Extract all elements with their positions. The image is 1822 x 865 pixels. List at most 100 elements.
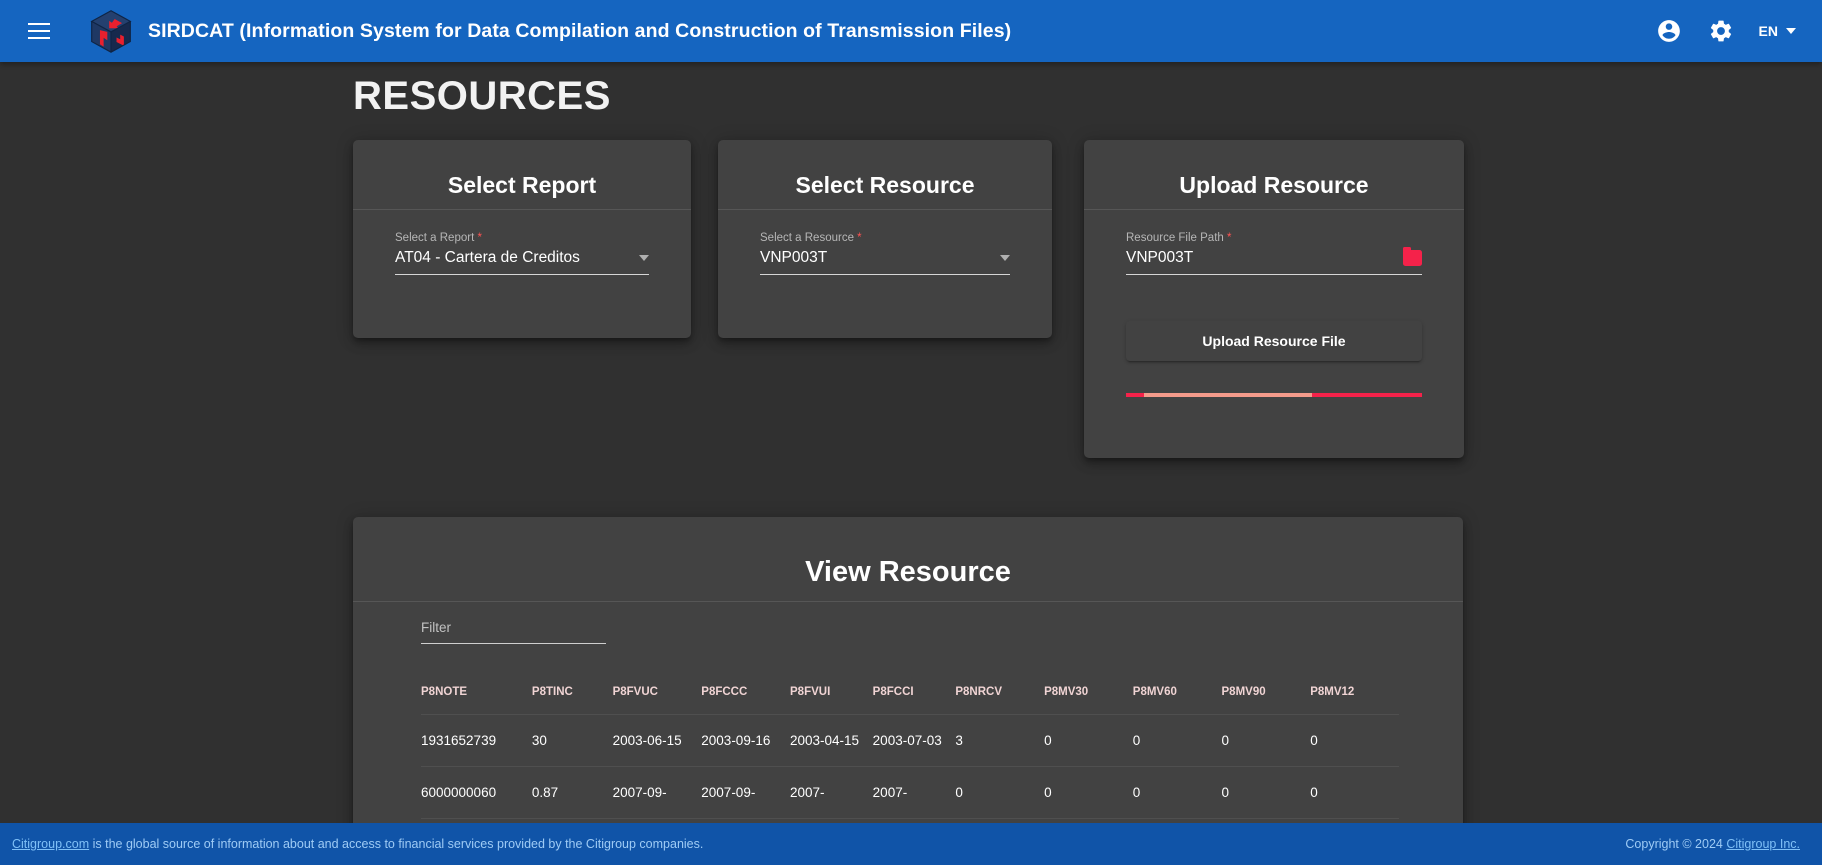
column-header-p8fcci: P8FCCI bbox=[872, 668, 956, 715]
required-marker: * bbox=[857, 232, 862, 244]
filter-label: Filter bbox=[421, 620, 451, 635]
select-resource-dropdown[interactable]: VNP003T bbox=[760, 249, 1010, 275]
hamburger-bar bbox=[28, 37, 50, 39]
table-cell: 0.87 bbox=[531, 766, 613, 819]
table-cell: 0 bbox=[1044, 766, 1133, 819]
select-report-dropdown[interactable]: AT04 - Cartera de Creditos bbox=[395, 249, 649, 275]
required-marker: * bbox=[477, 232, 482, 244]
select-resource-field: Select a Resource * VNP003T bbox=[760, 232, 1010, 275]
upload-resource-file-button[interactable]: Upload Resource File bbox=[1126, 321, 1422, 361]
table-row[interactable]: 1931652739 30 2003-06-15 2003-09-16 2003-04-… bbox=[421, 714, 1399, 767]
table-cell: 0 bbox=[1310, 766, 1399, 819]
table-cell: 2003-07-03 bbox=[872, 714, 956, 767]
required-marker: * bbox=[1227, 232, 1232, 244]
language-selector[interactable]: EN bbox=[1759, 23, 1800, 39]
resource-table-head: P8NOTE P8TINC P8FVUC P8FCCC P8FVUI P8FCCI P8NR… bbox=[421, 668, 1399, 715]
table-cell: 0 bbox=[1132, 766, 1222, 819]
copyright-prefix: Copyright © 2024 bbox=[1625, 837, 1727, 851]
page-footer: Citigroup.com is the global source of in… bbox=[0, 823, 1822, 865]
table-cell: 0 bbox=[1044, 714, 1133, 767]
table-cell: 2003-09-16 bbox=[701, 714, 790, 767]
select-report-card-body: Select a Report * AT04 - Cartera de Cred… bbox=[353, 210, 691, 295]
column-header-p8mv12: P8MV12 bbox=[1310, 668, 1399, 715]
resource-file-path-value: VNP003T bbox=[1126, 249, 1194, 266]
select-report-label: Select a Report * bbox=[395, 232, 482, 244]
select-resource-card-header: Select Resource bbox=[718, 140, 1052, 210]
progress-segment-buffer bbox=[1143, 393, 1313, 397]
upload-resource-card-header: Upload Resource bbox=[1084, 140, 1464, 210]
column-header-p8mv30: P8MV30 bbox=[1044, 668, 1133, 715]
select-report-card: Select Report Select a Report * AT04 - C… bbox=[353, 140, 691, 338]
app-title: SIRDCAT (Information System for Data Com… bbox=[148, 19, 1012, 42]
select-resource-value: VNP003T bbox=[760, 249, 828, 266]
hamburger-menu-icon[interactable] bbox=[28, 16, 58, 46]
header-actions: EN bbox=[1655, 17, 1800, 45]
resource-table: P8NOTE P8TINC P8FVUC P8FCCC P8FVUI P8FCCI P8NR… bbox=[421, 668, 1399, 819]
table-cell: 6000000060 bbox=[421, 766, 532, 819]
citigroup-inc-link[interactable]: Citigroup Inc. bbox=[1726, 837, 1800, 851]
select-resource-title: Select Resource bbox=[795, 172, 975, 198]
select-report-value: AT04 - Cartera de Creditos bbox=[395, 249, 580, 266]
table-cell: 0 bbox=[1221, 766, 1311, 819]
table-cell: 2007-09- bbox=[701, 766, 790, 819]
upload-resource-title: Upload Resource bbox=[1179, 172, 1369, 198]
progress-segment-start bbox=[1126, 393, 1144, 397]
progress-segment-end bbox=[1312, 393, 1422, 397]
folder-icon[interactable] bbox=[1403, 247, 1422, 266]
table-cell: 0 bbox=[1310, 714, 1399, 767]
table-cell: 30 bbox=[531, 714, 613, 767]
select-resource-card: Select Resource Select a Resource * VNP0… bbox=[718, 140, 1052, 338]
column-header-p8nrcv: P8NRCV bbox=[955, 668, 1045, 715]
upload-resource-card: Upload Resource Resource File Path * VNP… bbox=[1084, 140, 1464, 458]
sirdcat-cube-logo-icon bbox=[88, 8, 134, 54]
table-cell: 2003-04-15 bbox=[790, 714, 873, 767]
column-header-p8fvui: P8FVUI bbox=[790, 668, 873, 715]
hamburger-bar bbox=[28, 30, 50, 32]
page-content: RESOURCES Select Report Select a Report … bbox=[0, 62, 1822, 847]
select-report-field: Select a Report * AT04 - Cartera de Cred… bbox=[395, 232, 649, 275]
upload-progress-bar bbox=[1126, 393, 1422, 397]
view-resource-title: View Resource bbox=[805, 556, 1011, 588]
column-header-p8mv60: P8MV60 bbox=[1132, 668, 1222, 715]
footer-text: is the global source of information abou… bbox=[89, 837, 704, 851]
app-header: SIRDCAT (Information System for Data Com… bbox=[0, 0, 1822, 62]
table-cell: 1931652739 bbox=[421, 714, 532, 767]
upload-resource-card-body: Resource File Path * VNP003T Upload Reso… bbox=[1084, 210, 1464, 417]
select-resource-card-body: Select a Resource * VNP003T bbox=[718, 210, 1052, 295]
page-title: RESOURCES bbox=[353, 74, 611, 118]
column-header-p8mv90: P8MV90 bbox=[1221, 668, 1311, 715]
table-cell: 3 bbox=[955, 714, 1045, 767]
account-circle-icon[interactable] bbox=[1655, 17, 1683, 45]
table-cell: 2007- bbox=[790, 766, 873, 819]
column-header-p8fvuc: P8FVUC bbox=[612, 668, 702, 715]
footer-copyright: Copyright © 2024 Citigroup Inc. bbox=[1625, 837, 1800, 851]
column-header-p8fccc: P8FCCC bbox=[701, 668, 790, 715]
table-cell: 0 bbox=[1132, 714, 1222, 767]
select-resource-label: Select a Resource * bbox=[760, 232, 862, 244]
footer-info-text: Citigroup.com is the global source of in… bbox=[12, 837, 703, 851]
table-cell: 0 bbox=[1221, 714, 1311, 767]
chevron-down-icon bbox=[639, 255, 649, 261]
resource-table-header-row: P8NOTE P8TINC P8FVUC P8FCCC P8FVUI P8FCCI P8NR… bbox=[421, 668, 1399, 715]
table-row[interactable]: 6000000060 0.87 2007-09- 2007-09- 2007- 2007-… bbox=[421, 766, 1399, 819]
chevron-down-icon bbox=[1786, 28, 1796, 34]
view-resource-card-header: View Resource bbox=[353, 517, 1463, 602]
chevron-down-icon bbox=[1000, 255, 1010, 261]
hamburger-bar bbox=[28, 23, 50, 25]
filter-input[interactable] bbox=[421, 643, 606, 644]
citigroup-com-link[interactable]: Citigroup.com bbox=[12, 837, 89, 851]
filter-field: Filter bbox=[421, 620, 606, 644]
gear-icon[interactable] bbox=[1707, 17, 1735, 45]
table-cell: 2007- bbox=[872, 766, 956, 819]
table-cell: 2003-06-15 bbox=[612, 714, 702, 767]
column-header-p8tinc: P8TINC bbox=[531, 668, 613, 715]
language-label: EN bbox=[1758, 23, 1778, 39]
table-cell: 0 bbox=[955, 766, 1045, 819]
column-header-p8note: P8NOTE bbox=[421, 668, 532, 715]
select-report-card-header: Select Report bbox=[353, 140, 691, 210]
table-cell: 2007-09- bbox=[612, 766, 702, 819]
select-report-title: Select Report bbox=[447, 172, 597, 198]
resource-file-path-input-row[interactable]: VNP003T bbox=[1126, 247, 1422, 275]
resource-file-path-field: Resource File Path * VNP003T bbox=[1126, 232, 1422, 275]
resource-file-path-label: Resource File Path * bbox=[1126, 232, 1232, 244]
